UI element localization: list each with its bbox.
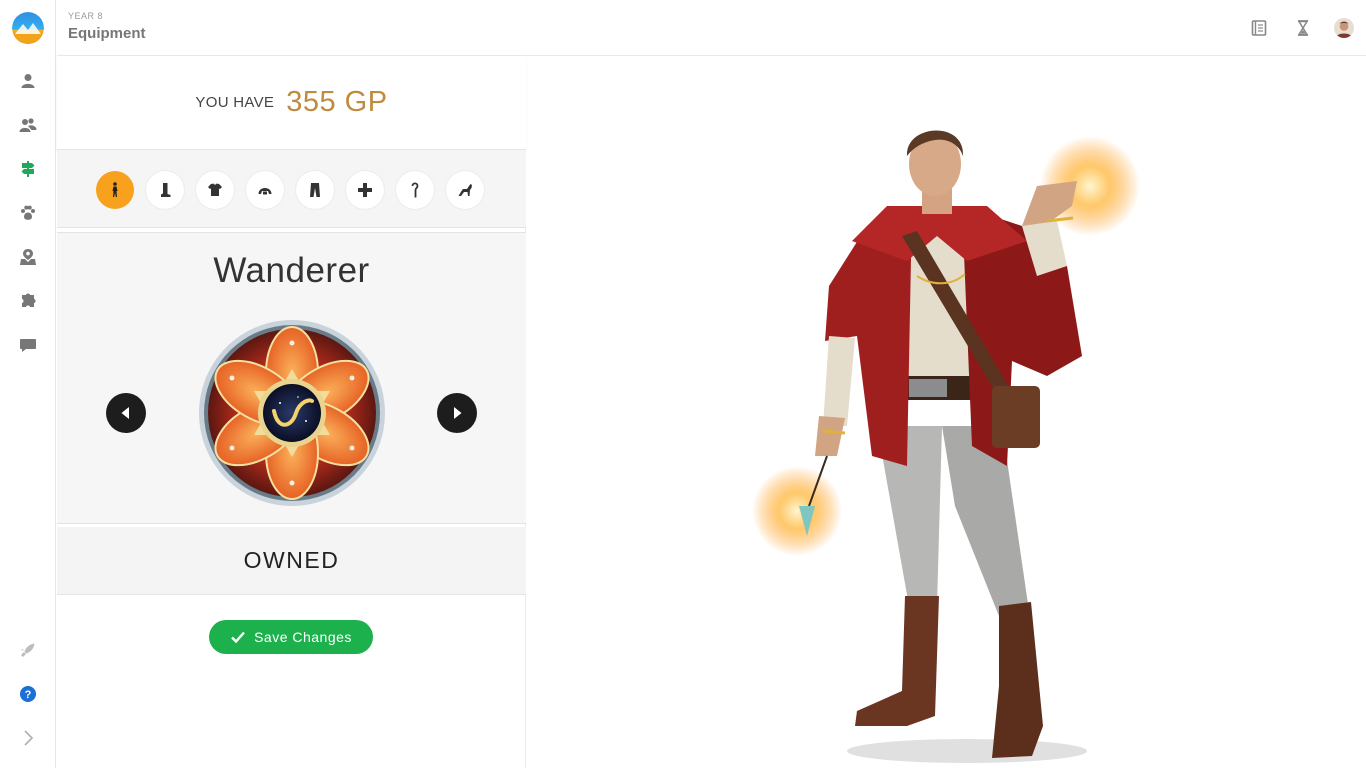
category-boots[interactable] [146,171,184,209]
user-icon [21,74,35,88]
category-pets[interactable] [446,171,484,209]
sidebar-expand[interactable] [16,726,40,750]
rocket-icon [20,643,35,657]
pet-icon [458,184,472,196]
app-logo[interactable] [12,12,44,44]
category-bar [57,150,526,228]
save-changes-button[interactable]: Save Changes [209,620,373,654]
pants-icon [310,183,320,197]
chevron-right-icon [24,730,34,746]
nav-profile[interactable] [16,69,40,93]
hourglass-icon [1297,20,1309,36]
wanderer-emblem-image [199,320,385,506]
category-wands[interactable] [396,171,434,209]
page-title: Equipment [68,25,146,42]
character-preview [527,56,1366,768]
nav-map[interactable] [16,245,40,269]
emblem-icon [358,183,372,197]
profile-avatar[interactable] [1334,18,1354,38]
paw-icon [21,205,35,220]
boot-icon [161,183,171,197]
category-pants[interactable] [296,171,334,209]
save-changes-label: Save Changes [254,629,352,645]
next-item-button[interactable] [437,393,477,433]
category-emblems[interactable] [346,171,384,209]
users-icon [19,118,37,132]
gold-amount: 355 GP [286,86,388,118]
nav-messages[interactable] [16,333,40,357]
item-name: Wanderer [213,251,370,290]
category-headwear[interactable] [246,171,284,209]
arrow-right-icon [454,407,462,419]
ownership-status: OWNED [57,527,526,595]
checkmark-icon [231,631,245,644]
timer-button[interactable] [1293,18,1313,38]
chat-icon [20,339,36,352]
sidebar: ? [0,0,56,768]
header-subtitle: YEAR 8 [68,11,104,21]
item-viewer: Wanderer [57,232,526,524]
helmet-icon [258,188,272,195]
shirt-icon [208,183,222,196]
category-character[interactable] [96,171,134,209]
map-pin-icon [20,249,36,265]
gold-label: YOU HAVE [195,94,275,111]
category-tops[interactable] [196,171,234,209]
gold-balance: YOU HAVE 355 GP [57,56,526,150]
nav-help[interactable]: ? [16,682,40,706]
wand-icon [411,182,419,198]
help-icon: ? [20,686,36,702]
nav-friends[interactable] [16,113,40,137]
puzzle-icon [22,293,36,307]
nav-equipment[interactable] [16,157,40,181]
character-avatar-image [752,130,1140,763]
nav-launch[interactable] [16,638,40,662]
journal-button[interactable] [1249,18,1269,38]
svg-text:?: ? [25,689,32,701]
nav-pets[interactable] [16,201,40,225]
character-icon [112,182,118,197]
signpost-icon [21,161,35,177]
previous-item-button[interactable] [106,393,146,433]
nav-puzzles[interactable] [16,289,40,313]
arrow-left-icon [121,407,129,419]
top-header: YEAR 8 Equipment [57,0,1366,56]
status-label: OWNED [243,547,340,573]
book-icon [1251,20,1267,36]
equipment-panel: YOU HAVE 355 GP Wanderer OWNED Save Chan… [57,56,526,768]
